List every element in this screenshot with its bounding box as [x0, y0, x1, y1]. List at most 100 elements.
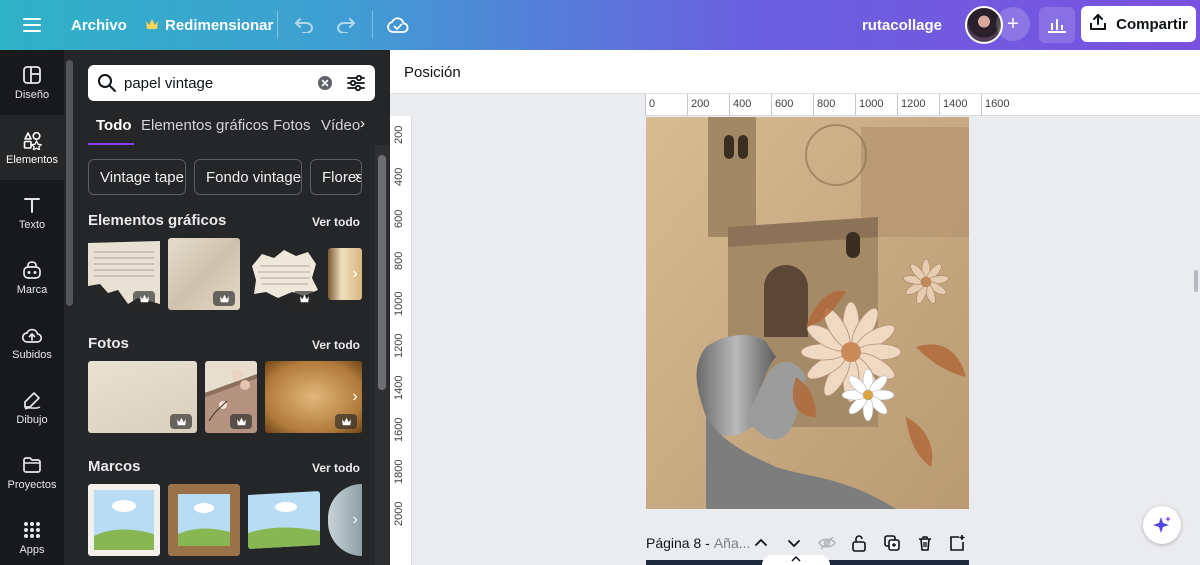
see-all-frames-link[interactable]: Ver todo [312, 461, 360, 475]
premium-crown-icon [133, 291, 155, 306]
section-title-frames: Marcos [88, 458, 141, 475]
ruler-tick-label: 1400 [943, 98, 968, 110]
hide-page-icon[interactable] [818, 534, 836, 552]
rail-label: Texto [18, 218, 46, 231]
ruler-tick-label: 800 [817, 98, 836, 110]
resize-label: Redimensionar [165, 16, 274, 34]
clear-search-icon[interactable] [316, 74, 334, 92]
chevron-up-icon[interactable] [752, 534, 770, 552]
divider [277, 11, 278, 39]
tab-photos[interactable]: Fotos [273, 117, 311, 134]
rail-item-brand[interactable]: Marca [0, 245, 64, 310]
photo-thumb-flowers[interactable] [205, 361, 257, 433]
graphics-next-icon[interactable]: › [344, 263, 366, 285]
ruler-tick-label: 0 [649, 98, 656, 110]
chip-vintage-tape[interactable]: Vintage tape [88, 159, 186, 195]
lock-icon[interactable] [850, 534, 868, 552]
rail-label: Marca [16, 283, 48, 296]
ruler-tick-label: 1600 [985, 98, 1010, 110]
tab-videos[interactable]: Vídeos [321, 117, 361, 134]
trash-icon[interactable] [916, 534, 934, 552]
ruler-tick-label: 2000 [393, 501, 405, 526]
upload-cloud-icon [22, 328, 42, 343]
panel-scrollbar[interactable] [375, 145, 389, 565]
premium-crown-icon [170, 414, 192, 429]
context-toolbar: Posición [390, 50, 1200, 94]
shapes-icon [23, 131, 42, 150]
file-menu-button[interactable]: Archivo [71, 0, 127, 50]
cloud-saved-icon[interactable] [386, 0, 410, 50]
rail-item-uploads[interactable]: Subidos [0, 310, 64, 375]
frame-thumb-white-border[interactable] [88, 484, 160, 556]
ruler-tick-label: 800 [393, 251, 405, 270]
design-page-collage[interactable] [646, 117, 969, 509]
page-footer: Página 8 - Aña... [646, 530, 976, 556]
resize-button[interactable]: Redimensionar [145, 0, 273, 50]
text-icon [24, 197, 40, 213]
tab-graphics[interactable]: Elementos gráficos [141, 117, 269, 134]
duplicate-page-icon[interactable] [883, 534, 901, 552]
frames-next-icon[interactable]: › [344, 509, 366, 531]
frame-thumb-kraft-border[interactable] [168, 484, 240, 556]
divider [372, 11, 373, 39]
magic-assistant-button[interactable] [1143, 506, 1181, 544]
apps-grid-icon [24, 521, 40, 538]
chevron-up-icon [791, 555, 801, 562]
photos-next-icon[interactable]: › [344, 386, 366, 408]
tab-all[interactable]: Todo [96, 117, 132, 134]
draw-icon [24, 391, 41, 410]
canvas-scrollbar[interactable] [1194, 270, 1198, 292]
graphic-thumb-torn-paper[interactable] [88, 238, 160, 310]
chips-next-icon[interactable]: › [346, 166, 368, 188]
rail-item-draw[interactable]: Dibujo [0, 375, 64, 440]
ruler-tick-label: 1600 [393, 417, 405, 442]
undo-icon[interactable] [292, 0, 316, 50]
ruler-tick-label: 600 [393, 209, 405, 228]
project-name[interactable]: rutacollage [862, 0, 942, 50]
ruler-tick-label: 200 [691, 98, 710, 110]
redo-icon[interactable] [334, 0, 358, 50]
white-flower [841, 368, 895, 422]
ruler-tick-label: 400 [733, 98, 752, 110]
see-all-graphics-link[interactable]: Ver todo [312, 215, 360, 229]
menu-icon[interactable] [18, 0, 46, 50]
ruler-tick-label: 200 [393, 125, 405, 144]
search-input[interactable] [124, 65, 304, 101]
rail-scrollbar[interactable] [66, 60, 73, 306]
frame-thumb-torn-edge[interactable] [248, 491, 320, 549]
tabs-next-icon[interactable]: › [360, 115, 365, 132]
see-all-photos-link[interactable]: Ver todo [312, 338, 360, 352]
add-page-icon[interactable] [948, 534, 966, 552]
rail-item-projects[interactable]: Proyectos [0, 440, 64, 505]
premium-crown-icon [335, 414, 357, 429]
share-icon [1089, 13, 1107, 35]
photo-thumb-plain-paper[interactable] [88, 361, 197, 433]
share-button[interactable]: Compartir [1081, 6, 1196, 42]
rail-item-elements[interactable]: Elementos [0, 115, 64, 180]
show-pages-handle[interactable] [762, 555, 830, 565]
insights-icon[interactable] [1039, 7, 1075, 43]
rail-item-design[interactable]: Diseño [0, 50, 64, 115]
ruler-tick-label: 600 [775, 98, 794, 110]
chip-vintage-background[interactable]: Fondo vintage [194, 159, 302, 195]
brand-icon [23, 260, 41, 279]
add-collaborator-button[interactable]: + [996, 7, 1030, 41]
folder-icon [23, 456, 41, 473]
page-title-input[interactable]: Aña... [714, 535, 751, 551]
graphic-thumb-torn-scrap[interactable] [248, 238, 320, 310]
premium-crown-icon [293, 291, 315, 306]
layout-icon [23, 65, 41, 84]
rail-label: Elementos [6, 153, 58, 166]
sparkle-icon [1153, 516, 1171, 533]
chevron-down-icon[interactable] [785, 534, 803, 552]
panel-scrollbar-thumb[interactable] [378, 155, 386, 390]
premium-crown-icon [230, 414, 252, 429]
left-rail: Diseño Elementos Texto Marca Subidos Dib… [0, 50, 64, 565]
search-icon [97, 73, 117, 98]
rail-item-text[interactable]: Texto [0, 180, 64, 245]
position-button[interactable]: Posición [404, 64, 461, 81]
rail-label: Apps [19, 543, 45, 556]
filter-icon[interactable] [346, 73, 366, 98]
rail-item-apps[interactable]: Apps [0, 505, 64, 565]
graphic-thumb-crumpled-paper[interactable] [168, 238, 240, 310]
